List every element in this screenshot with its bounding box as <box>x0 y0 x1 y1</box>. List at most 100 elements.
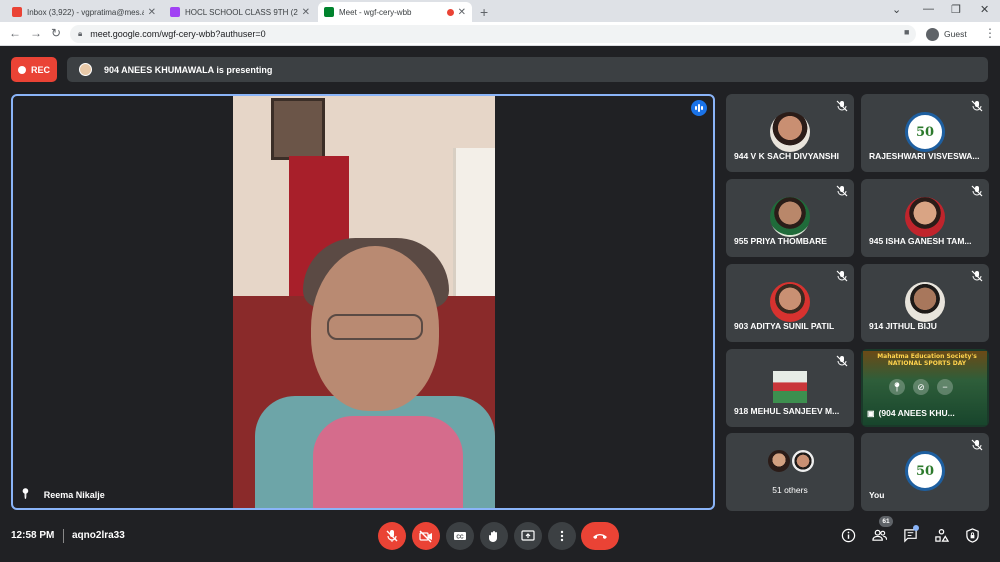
tab-search-icon[interactable]: ⌄ <box>892 3 901 16</box>
video-glasses <box>327 314 423 340</box>
avatar <box>770 282 810 322</box>
banner-text: Mahatma Education Society's NATIONAL SPO… <box>877 353 977 367</box>
participant-tile[interactable]: 914 JITHUL BIJU <box>861 264 989 342</box>
mic-off-icon <box>971 184 983 197</box>
people-button[interactable] <box>870 526 888 544</box>
participant-tile[interactable]: 945 ISHA GANESH TAM... <box>861 179 989 257</box>
participant-tile[interactable]: 944 V K SACH DIVYANSHI <box>726 94 854 172</box>
tab-title: Meet - wgf-cery-wbb <box>339 7 412 17</box>
present-screen-icon <box>521 530 535 541</box>
presentation-label: ▣ (904 ANEES KHU... <box>867 408 955 418</box>
presenting-banner[interactable]: 904 ANEES KHUMAWALA is presenting <box>67 57 988 82</box>
mic-toggle-button[interactable] <box>378 522 406 550</box>
new-tab-icon[interactable]: + <box>480 4 488 20</box>
activities-button[interactable] <box>932 526 950 544</box>
participant-tile[interactable]: 903 ADITYA SUNIL PATIL <box>726 264 854 342</box>
mic-off-icon <box>971 269 983 282</box>
host-controls-button[interactable] <box>963 526 981 544</box>
people-icon <box>871 529 887 541</box>
school-logo-icon: 50 <box>905 112 945 152</box>
divider <box>63 529 64 543</box>
mic-off-icon <box>836 184 848 197</box>
raise-hand-button[interactable] <box>480 522 508 550</box>
back-icon[interactable]: ← <box>9 26 21 40</box>
maximize-icon[interactable]: ❐ <box>951 3 961 16</box>
chat-notification-dot <box>913 525 919 531</box>
profile-button[interactable]: Guest <box>926 25 967 43</box>
participant-name: 903 ADITYA SUNIL PATIL <box>734 321 835 331</box>
presenting-text: 904 ANEES KHUMAWALA is presenting <box>104 64 273 75</box>
tab-title: Inbox (3,922) - vgpratima@mes.a <box>27 7 144 17</box>
classroom-icon <box>170 7 180 17</box>
rec-label: REC <box>30 64 50 75</box>
participant-name: 955 PRIYA THOMBARE <box>734 236 827 246</box>
profile-label: Guest <box>944 29 967 39</box>
participant-tile[interactable]: 955 PRIYA THOMBARE <box>726 179 854 257</box>
participant-name: (904 ANEES KHU... <box>878 408 955 418</box>
self-tile[interactable]: 50 You <box>861 433 989 511</box>
leave-call-button[interactable] <box>581 522 619 550</box>
participant-name: RAJESHWARI VISVESWA... <box>869 151 980 161</box>
pin-icon[interactable]: 📍︎ <box>889 379 905 395</box>
speaker-video <box>233 96 495 508</box>
mute-audio-icon[interactable]: ⊘ <box>913 379 929 395</box>
avatar <box>770 112 810 152</box>
remove-icon[interactable]: − <box>937 379 953 395</box>
meeting-code: aqno2lra33 <box>72 530 125 541</box>
participant-tile[interactable]: 50 RAJESHWARI VISVESWA... <box>861 94 989 172</box>
captions-button[interactable]: CC <box>446 522 474 550</box>
avatar <box>905 282 945 322</box>
captions-icon: CC <box>454 532 466 541</box>
reload-icon[interactable]: ↻ <box>51 26 61 40</box>
url-input[interactable]: 🔒︎ meet.google.com/wgf-cery-wbb?authuser… <box>70 25 916 43</box>
meeting-details-button[interactable] <box>839 526 857 544</box>
tile-controls: 📍︎ ⊘ − <box>889 379 953 395</box>
tab-classroom[interactable]: HOCL SCHOOL CLASS 9TH (2021 ✕ <box>164 2 316 22</box>
present-screen-icon: ▣ <box>867 408 875 418</box>
gmail-icon <box>12 7 22 17</box>
self-label: You <box>869 490 885 500</box>
recording-badge: REC <box>11 57 57 82</box>
minimize-icon[interactable]: — <box>923 3 934 15</box>
camera-icon[interactable]: ■ <box>904 27 909 37</box>
tab-title: HOCL SCHOOL CLASS 9TH (2021 <box>185 7 298 17</box>
others-tile[interactable]: 51 others <box>726 433 854 511</box>
video-clothing-border <box>313 416 463 508</box>
activities-icon <box>934 528 949 542</box>
meet-top-bar: REC 904 ANEES KHUMAWALA is presenting <box>0 46 1000 94</box>
close-icon[interactable]: ✕ <box>302 7 310 18</box>
logo-text: 50 <box>915 463 935 479</box>
mic-off-icon <box>836 354 848 367</box>
camera-toggle-button[interactable] <box>412 522 440 550</box>
participant-name: 914 JITHUL BIJU <box>869 321 937 331</box>
forward-icon[interactable]: → <box>30 26 42 40</box>
others-avatars <box>766 448 816 474</box>
avatar <box>79 63 92 76</box>
participant-name: 918 MEHUL SANJEEV M... <box>734 406 840 416</box>
avatar <box>773 371 807 403</box>
present-button[interactable] <box>514 522 542 550</box>
pin-icon[interactable]: 📍︎ <box>19 489 32 500</box>
more-options-button[interactable] <box>548 522 576 550</box>
speaker-name-label: 📍︎ Reema Nikalje <box>19 489 105 500</box>
mic-off-icon <box>971 99 983 112</box>
presentation-tile[interactable]: Mahatma Education Society's NATIONAL SPO… <box>861 349 989 427</box>
main-speaker-tile[interactable]: 📍︎ Reema Nikalje <box>11 94 715 510</box>
avatar <box>926 27 939 41</box>
close-icon[interactable]: ✕ <box>148 7 156 18</box>
close-icon[interactable]: ✕ <box>458 7 466 18</box>
lock-icon: 🔒︎ <box>78 29 83 38</box>
avatar <box>766 448 792 474</box>
avatar <box>790 448 816 474</box>
mic-off-icon <box>836 99 848 112</box>
menu-icon[interactable]: ⋮ <box>984 26 996 40</box>
school-logo-icon: 50 <box>905 451 945 491</box>
tab-meet[interactable]: Meet - wgf-cery-wbb ✕ <box>318 2 472 22</box>
clock: 12:58 PM <box>11 530 55 541</box>
participant-tile[interactable]: 918 MEHUL SANJEEV M... <box>726 349 854 427</box>
tab-gmail[interactable]: Inbox (3,922) - vgpratima@mes.a ✕ <box>6 2 162 22</box>
participant-name: 944 V K SACH DIVYANSHI <box>734 151 840 161</box>
mic-off-icon <box>386 530 398 542</box>
close-window-icon[interactable]: ✕ <box>980 3 989 16</box>
bottom-control-bar: 12:58 PM aqno2lra33 CC 61 <box>0 516 1000 562</box>
